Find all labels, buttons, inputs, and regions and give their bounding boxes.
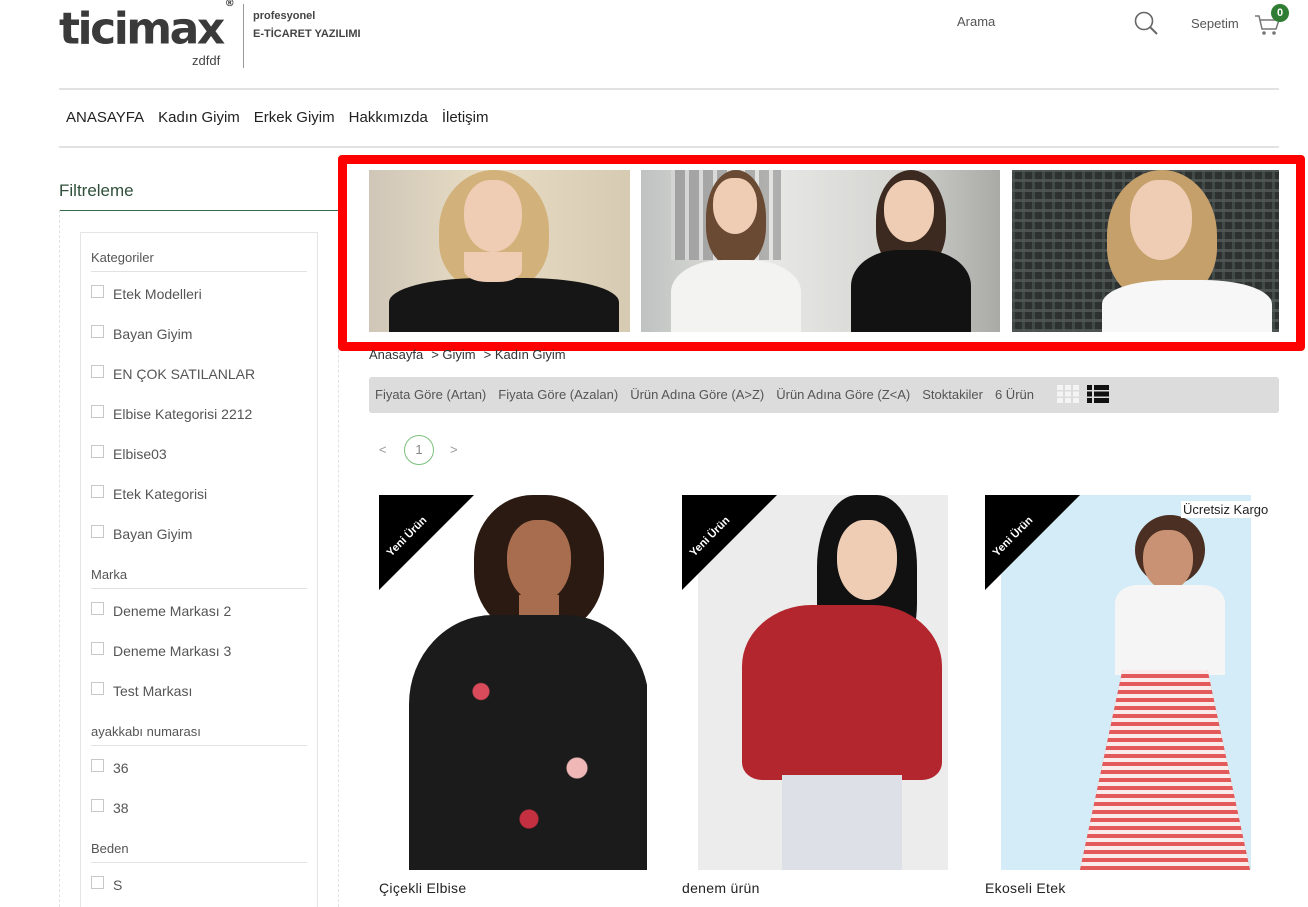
product-name[interactable]: denem ürün bbox=[682, 880, 760, 896]
filter-group-divider bbox=[91, 862, 307, 863]
nav-item-erkek-giyim[interactable]: Erkek Giyim bbox=[254, 109, 335, 126]
sort-in-stock[interactable]: Stoktakiler bbox=[922, 387, 983, 402]
product-name[interactable]: Çiçekli Elbise bbox=[379, 880, 466, 896]
filter-option[interactable]: Test Markası bbox=[91, 681, 192, 699]
filter-option[interactable]: 36 bbox=[91, 758, 129, 776]
sort-name-za[interactable]: Ürün Adına Göre (Z<A) bbox=[776, 387, 910, 402]
filter-option[interactable]: EN ÇOK SATILANLAR bbox=[91, 364, 255, 382]
search-input[interactable]: Arama bbox=[957, 14, 995, 29]
free-shipping-badge: Ücretsiz Kargo bbox=[1181, 501, 1271, 518]
filter-option[interactable]: Deneme Markası 3 bbox=[91, 641, 231, 659]
filter-option[interactable]: Deneme Markası 2 bbox=[91, 601, 231, 619]
pagination-current-page[interactable]: 1 bbox=[404, 435, 434, 465]
nav-item-iletisim[interactable]: İletişim bbox=[442, 109, 489, 126]
filter-group-title: Marka bbox=[91, 567, 128, 582]
checkbox[interactable] bbox=[91, 444, 104, 458]
main-nav: ANASAYFA Kadın Giyim Erkek Giyim Hakkımı… bbox=[66, 109, 489, 126]
checkbox[interactable] bbox=[91, 875, 104, 889]
checkbox[interactable] bbox=[91, 284, 104, 298]
product-count: 6 Ürün bbox=[994, 387, 1034, 402]
filter-group-title: Beden bbox=[91, 841, 129, 856]
new-product-ribbon: Yeni Ürün bbox=[985, 495, 1080, 590]
logo[interactable]: ticimax® zdfdf profesyonel E-TİCARET YAZ… bbox=[59, 0, 369, 72]
new-product-ribbon: Yeni Ürün bbox=[379, 495, 474, 590]
nav-item-kadin-giyim[interactable]: Kadın Giyim bbox=[158, 109, 240, 126]
filter-group-divider bbox=[91, 588, 307, 589]
checkbox[interactable] bbox=[91, 484, 104, 498]
product-name[interactable]: Ekoseli Etek bbox=[985, 880, 1066, 896]
checkbox[interactable] bbox=[91, 681, 104, 695]
banner-image-3[interactable] bbox=[1012, 170, 1279, 332]
sort-options: Fiyata Göre (Artan) Fiyata Göre (Azalan)… bbox=[375, 387, 1034, 402]
breadcrumb-item[interactable]: > Kadın Giyim bbox=[484, 347, 566, 362]
sort-price-asc[interactable]: Fiyata Göre (Artan) bbox=[375, 387, 486, 402]
banner-image-1[interactable] bbox=[369, 170, 630, 332]
checkbox[interactable] bbox=[91, 798, 104, 812]
search-icon[interactable] bbox=[1133, 10, 1159, 36]
logo-subtitle: zdfdf bbox=[192, 53, 221, 68]
filter-option[interactable]: S bbox=[91, 875, 122, 893]
checkbox[interactable] bbox=[91, 404, 104, 418]
filter-title: Filtreleme bbox=[59, 181, 134, 200]
checkbox[interactable] bbox=[91, 524, 104, 538]
cart-link[interactable]: Sepetim bbox=[1191, 16, 1239, 31]
sort-name-az[interactable]: Ürün Adına Göre (A>Z) bbox=[630, 387, 764, 402]
logo-text: ticimax® bbox=[59, 0, 235, 55]
breadcrumb-item[interactable]: Anasayfa bbox=[369, 347, 423, 362]
pagination-next[interactable]: > bbox=[450, 442, 458, 457]
new-product-ribbon: Yeni Ürün bbox=[682, 495, 777, 590]
filter-group-title: ayakkabı numarası bbox=[91, 724, 201, 739]
filter-option[interactable]: Etek Modelleri bbox=[91, 284, 202, 302]
filter-option[interactable]: Bayan Giyim bbox=[91, 524, 192, 542]
checkbox[interactable] bbox=[91, 324, 104, 338]
grid-view-icon[interactable] bbox=[1057, 385, 1079, 403]
filter-option[interactable]: Etek Kategorisi bbox=[91, 484, 207, 502]
sidebar-border-left bbox=[59, 210, 60, 907]
filter-option[interactable]: 38 bbox=[91, 798, 129, 816]
filter-option[interactable]: Elbise03 bbox=[91, 444, 167, 462]
filter-underline bbox=[59, 210, 339, 211]
checkbox[interactable] bbox=[91, 641, 104, 655]
nav-item-anasayfa[interactable]: ANASAYFA bbox=[66, 109, 144, 126]
checkbox[interactable] bbox=[91, 364, 104, 378]
nav-divider bbox=[59, 146, 1279, 148]
banner-image-2[interactable] bbox=[641, 170, 1000, 332]
nav-item-hakkimizda[interactable]: Hakkımızda bbox=[349, 109, 428, 126]
logo-divider bbox=[243, 4, 244, 68]
breadcrumb-item[interactable]: > Giyim bbox=[431, 347, 475, 362]
cart-count-badge: 0 bbox=[1271, 4, 1289, 22]
checkbox[interactable] bbox=[91, 601, 104, 615]
sort-price-desc[interactable]: Fiyata Göre (Azalan) bbox=[498, 387, 618, 402]
breadcrumb: Anasayfa > Giyim > Kadın Giyim bbox=[369, 347, 566, 362]
tagline-line1: profesyonel bbox=[253, 10, 316, 22]
tagline-line2: E-TİCARET YAZILIMI bbox=[253, 28, 361, 40]
header-divider bbox=[59, 88, 1279, 90]
checkbox[interactable] bbox=[91, 758, 104, 772]
logo-tagline: profesyonel E-TİCARET YAZILIMI bbox=[253, 7, 361, 43]
list-view-icon[interactable] bbox=[1087, 385, 1109, 403]
filter-option[interactable]: Elbise Kategorisi 2212 bbox=[91, 404, 252, 422]
pagination-prev[interactable]: < bbox=[379, 442, 387, 457]
filter-option[interactable]: Bayan Giyim bbox=[91, 324, 192, 342]
filter-group-title: Kategoriler bbox=[91, 250, 154, 265]
filter-group-divider bbox=[91, 271, 307, 272]
filter-group-divider bbox=[91, 745, 307, 746]
